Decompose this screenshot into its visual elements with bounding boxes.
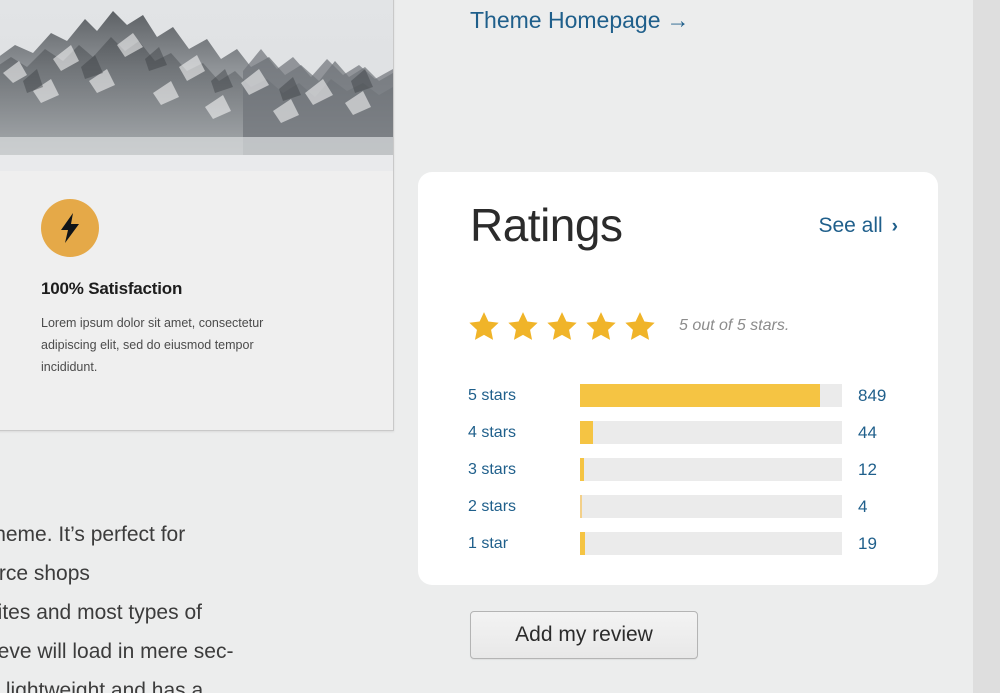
theme-homepage-link[interactable]: Theme Homepage→ bbox=[470, 7, 690, 34]
rating-count-3-stars: 12 bbox=[858, 460, 877, 480]
rating-row-1-star: 1 star 19 bbox=[468, 532, 902, 555]
theme-description-text: rpose theme. It’s perfect for commerce s… bbox=[0, 515, 400, 693]
rating-bar-track-4-stars bbox=[580, 421, 842, 444]
stars-caption: 5 out of 5 stars. bbox=[679, 317, 789, 335]
star-icon bbox=[507, 310, 539, 342]
rating-count-1-star: 19 bbox=[858, 534, 877, 554]
theme-homepage-label: Theme Homepage bbox=[470, 7, 661, 33]
star-icon bbox=[624, 310, 656, 342]
ratings-card-header: Ratings See all › bbox=[470, 202, 898, 262]
feature-card-body: 100% Satisfaction Lorem ipsum dolor sit … bbox=[0, 171, 393, 430]
rating-row-3-stars: 3 stars 12 bbox=[468, 458, 902, 481]
rating-filter-link-4-stars[interactable]: 4 stars bbox=[468, 424, 580, 442]
arrow-right-icon: → bbox=[661, 7, 690, 33]
rating-filter-link-3-stars[interactable]: 3 stars bbox=[468, 461, 580, 479]
rating-bar-track-1-star bbox=[580, 532, 842, 555]
rating-bar-track-2-stars bbox=[580, 495, 842, 518]
star-icon bbox=[468, 310, 500, 342]
ratings-breakdown-chart: 5 stars 849 4 stars 44 3 stars bbox=[468, 384, 902, 555]
rating-row-2-stars: 2 stars 4 bbox=[468, 495, 902, 518]
right-content-column: Theme Homepage→ Ratings See all › 5 out o… bbox=[396, 0, 973, 693]
star-icon bbox=[585, 310, 617, 342]
rating-bar-fill-4-stars bbox=[580, 421, 593, 444]
star-icon bbox=[546, 310, 578, 342]
page-canvas: 100% Satisfaction Lorem ipsum dolor sit … bbox=[0, 0, 973, 693]
rating-bar-fill-5-stars bbox=[580, 384, 820, 407]
rating-filter-link-1-star[interactable]: 1 star bbox=[468, 535, 580, 553]
left-content-column: 100% Satisfaction Lorem ipsum dolor sit … bbox=[0, 0, 396, 693]
rating-bar-fill-2-stars bbox=[580, 495, 582, 518]
see-all-link[interactable]: See all › bbox=[818, 214, 898, 238]
chevron-right-icon: › bbox=[892, 216, 898, 238]
rating-count-5-stars: 849 bbox=[858, 386, 886, 406]
rating-row-5-stars: 5 stars 849 bbox=[468, 384, 902, 407]
rating-filter-link-2-stars[interactable]: 2 stars bbox=[468, 498, 580, 516]
feature-title: 100% Satisfaction bbox=[41, 279, 353, 299]
rating-bar-fill-3-stars bbox=[580, 458, 584, 481]
add-my-review-button[interactable]: Add my review bbox=[470, 611, 698, 659]
rating-bar-fill-1-star bbox=[580, 532, 585, 555]
feature-description: Lorem ipsum dolor sit amet, consectetur … bbox=[41, 313, 271, 379]
feature-card: 100% Satisfaction Lorem ipsum dolor sit … bbox=[0, 0, 394, 431]
mountain-photo bbox=[0, 0, 393, 171]
ratings-card: Ratings See all › 5 out of 5 stars. 5 sta… bbox=[418, 172, 938, 585]
page-outer-gutter bbox=[973, 0, 1000, 693]
ratings-title: Ratings bbox=[470, 202, 622, 248]
lightning-bolt-icon bbox=[41, 199, 99, 257]
rating-row-4-stars: 4 stars 44 bbox=[468, 421, 902, 444]
rating-bar-track-5-stars bbox=[580, 384, 842, 407]
see-all-label: See all bbox=[818, 214, 882, 237]
rating-bar-track-3-stars bbox=[580, 458, 842, 481]
rating-filter-link-5-stars[interactable]: 5 stars bbox=[468, 387, 580, 405]
rating-count-2-stars: 4 bbox=[858, 497, 867, 517]
average-rating-stars: 5 out of 5 stars. bbox=[468, 310, 789, 342]
rating-count-4-stars: 44 bbox=[858, 423, 877, 443]
